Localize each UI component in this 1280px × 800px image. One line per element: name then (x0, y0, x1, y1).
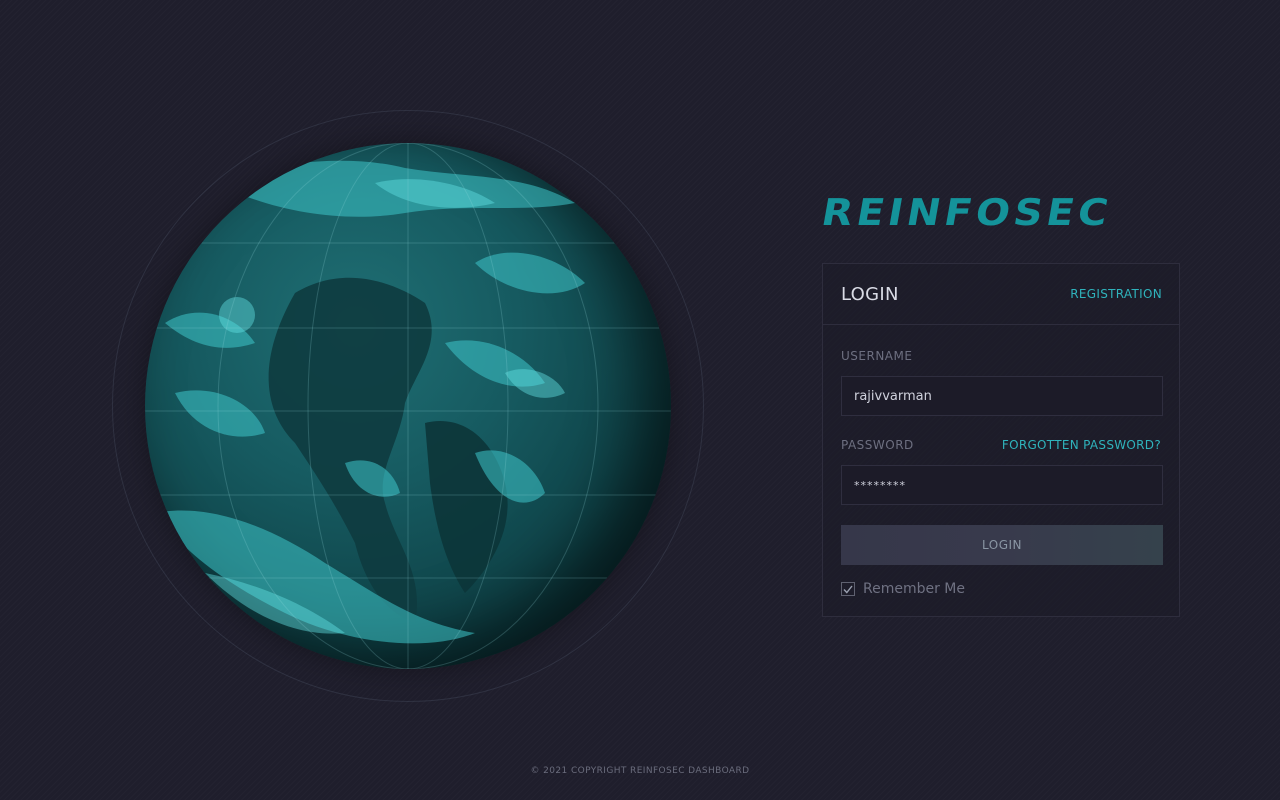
logo-text: REINFOSEC (818, 191, 1116, 235)
login-form: USERNAME PASSWORD FORGOTTEN PASSWORD? LO… (823, 325, 1179, 597)
password-label-row: PASSWORD FORGOTTEN PASSWORD? (841, 438, 1161, 452)
remember-me-label: Remember Me (863, 581, 965, 597)
earth-globe-icon (145, 143, 671, 669)
forgot-password-link[interactable]: FORGOTTEN PASSWORD? (1002, 438, 1161, 452)
username-label: USERNAME (841, 349, 913, 363)
login-card: LOGIN REGISTRATION USERNAME PASSWORD FOR… (822, 263, 1180, 617)
login-title: LOGIN (841, 283, 899, 305)
password-label: PASSWORD (841, 438, 914, 452)
login-button[interactable]: LOGIN (841, 525, 1163, 565)
remember-me-checkbox[interactable] (841, 582, 855, 596)
remember-me[interactable]: Remember Me (841, 581, 1161, 597)
username-input[interactable] (841, 376, 1163, 416)
password-input[interactable] (841, 465, 1163, 505)
footer-copyright: © 2021 COPYRIGHT REINFOSEC DASHBOARD (530, 766, 750, 776)
login-card-header: LOGIN REGISTRATION (823, 264, 1179, 325)
registration-link[interactable]: REGISTRATION (1070, 287, 1162, 301)
check-icon (843, 585, 853, 594)
globe-illustration (112, 110, 704, 702)
reinfosec-logo: REINFOSEC (818, 192, 1148, 234)
